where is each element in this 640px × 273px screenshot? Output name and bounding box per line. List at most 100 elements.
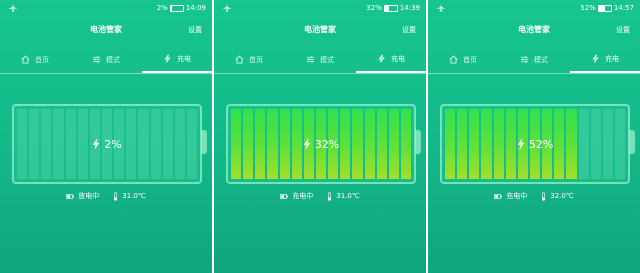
charging-status: 放电中 (66, 190, 99, 202)
status-right: 52% 14:57 (580, 0, 634, 16)
temperature: 32.0℃ (541, 190, 574, 202)
temperature: 31.0℃ (113, 190, 146, 202)
tab-label: 模式 (106, 55, 120, 64)
battery-percent-label: 2% (104, 137, 122, 151)
battery-icon (383, 4, 398, 12)
battery-terminal (415, 130, 421, 154)
home-icon (235, 55, 244, 64)
app-header: 电池管家 设置 (0, 22, 212, 38)
lightning-bolt-icon (303, 138, 310, 150)
temperature: 31.0℃ (327, 190, 360, 202)
thermometer-icon (542, 191, 546, 201)
airplane-mode-icon (9, 4, 17, 12)
home-icon (21, 55, 30, 64)
battery-gauge: 2% (12, 104, 202, 184)
tab-mode[interactable]: 模式 (285, 46, 355, 73)
clock-text: 14:57 (613, 4, 634, 12)
tab-label: 充电 (177, 54, 191, 63)
battery-plug-icon (494, 193, 503, 199)
battery-plug-icon (66, 193, 75, 199)
app-header: 电池管家 设置 (428, 22, 640, 38)
battery-gauge: 52% (440, 104, 630, 184)
settings-button[interactable]: 设置 (616, 22, 630, 38)
charging-status-label: 放电中 (78, 192, 100, 200)
status-bar: 2% 14:09 (0, 0, 212, 16)
battery-info: 充电中 31.0℃ (214, 190, 426, 202)
battery-terminal (201, 130, 207, 154)
battery-terminal (629, 130, 635, 154)
tab-label: 充电 (391, 54, 405, 63)
temperature-value: 31.0℃ (122, 192, 146, 200)
temperature-value: 32.0℃ (550, 192, 574, 200)
tab-charge[interactable]: 充电 (570, 46, 640, 73)
sliders-icon (520, 56, 529, 63)
status-right: 2% 14:09 (157, 0, 206, 16)
battery-readout: 2% (14, 134, 200, 154)
phone-screen-2: 32% 14:39 电池管家 设置 首页 模式 充电 32% 充电中 31.0℃ (214, 0, 426, 273)
battery-icon-fill (384, 5, 389, 11)
sliders-icon (306, 56, 315, 63)
tab-label: 模式 (534, 55, 548, 64)
screenshot-collage: 2% 14:09 电池管家 设置 首页 模式 充电 2% 放电中 31.0℃ 3… (0, 0, 640, 273)
app-title: 电池管家 (304, 25, 336, 34)
tab-label: 模式 (320, 55, 334, 64)
battery-percent-label: 52% (528, 137, 554, 151)
battery-percent-text: 52% (580, 4, 596, 12)
app-header: 电池管家 设置 (214, 22, 426, 38)
sliders-icon (92, 56, 101, 63)
home-icon (449, 55, 458, 64)
clock-text: 14:09 (185, 4, 206, 12)
battery-info: 充电中 32.0℃ (428, 190, 640, 202)
charging-status: 充电中 (280, 190, 313, 202)
tab-home[interactable]: 首页 (0, 46, 70, 73)
thermometer-icon (328, 191, 332, 201)
status-bar: 52% 14:57 (428, 0, 640, 16)
battery-icon-fill (598, 5, 606, 11)
charge-bolt-icon (164, 54, 171, 63)
tab-home[interactable]: 首页 (214, 46, 284, 73)
phone-screen-1: 2% 14:09 电池管家 设置 首页 模式 充电 2% 放电中 31.0℃ (0, 0, 212, 273)
tab-home[interactable]: 首页 (428, 46, 498, 73)
charging-status-label: 充电中 (292, 192, 314, 200)
tab-bar: 首页 模式 充电 (428, 46, 640, 74)
tab-charge[interactable]: 充电 (142, 46, 212, 73)
tab-label: 首页 (35, 55, 49, 64)
charging-status-label: 充电中 (506, 192, 528, 200)
tab-label: 首页 (463, 55, 477, 64)
battery-readout: 32% (228, 134, 414, 154)
battery-icon (597, 4, 612, 12)
phone-screen-3: 52% 14:57 电池管家 设置 首页 模式 充电 52% 充电中 32.0℃ (428, 0, 640, 273)
battery-percent-text: 2% (156, 4, 168, 12)
airplane-mode-icon (223, 4, 231, 12)
battery-plug-icon (280, 193, 289, 199)
tab-bar: 首页 模式 充电 (214, 46, 426, 74)
battery-readout: 52% (442, 134, 628, 154)
lightning-bolt-icon (517, 138, 524, 150)
settings-button[interactable]: 设置 (188, 22, 202, 38)
clock-text: 14:39 (399, 4, 420, 12)
battery-percent-label: 32% (314, 137, 340, 151)
battery-icon (169, 4, 184, 12)
charge-bolt-icon (592, 54, 599, 63)
tab-label: 首页 (249, 55, 263, 64)
temperature-value: 31.0℃ (336, 192, 360, 200)
battery-icon-fill (170, 5, 172, 11)
battery-info: 放电中 31.0℃ (0, 190, 212, 202)
tab-label: 充电 (605, 54, 619, 63)
battery-percent-text: 32% (366, 4, 382, 12)
lightning-bolt-icon (93, 138, 100, 150)
tab-bar: 首页 模式 充电 (0, 46, 212, 74)
status-right: 32% 14:39 (366, 0, 420, 16)
charge-bolt-icon (378, 54, 385, 63)
charging-status: 充电中 (494, 190, 527, 202)
app-title: 电池管家 (518, 25, 550, 34)
tab-charge[interactable]: 充电 (356, 46, 426, 73)
thermometer-icon (114, 191, 118, 201)
status-bar: 32% 14:39 (214, 0, 426, 16)
settings-button[interactable]: 设置 (402, 22, 416, 38)
battery-gauge: 32% (226, 104, 416, 184)
tab-mode[interactable]: 模式 (499, 46, 569, 73)
airplane-mode-icon (437, 4, 445, 12)
tab-mode[interactable]: 模式 (71, 46, 141, 73)
app-title: 电池管家 (90, 25, 122, 34)
